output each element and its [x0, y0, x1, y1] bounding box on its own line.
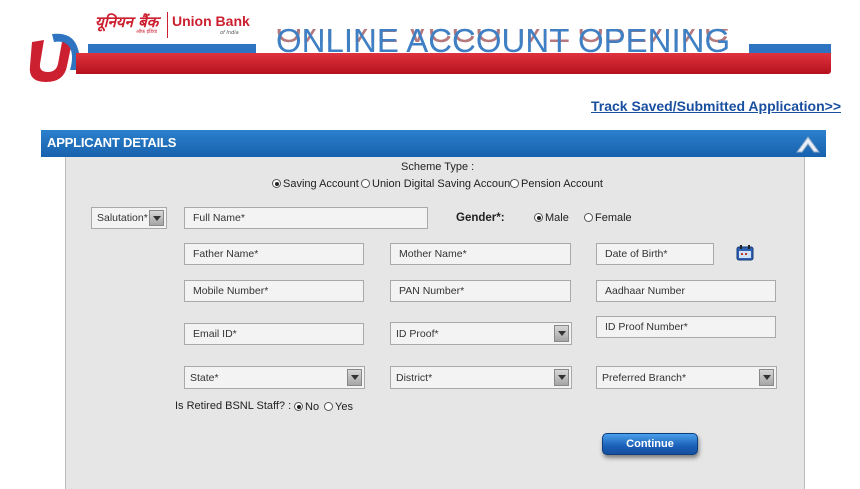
chevron-down-icon	[149, 210, 164, 226]
chevron-down-icon	[554, 369, 569, 386]
preferred-branch-select[interactable]: Preferred Branch*	[596, 366, 777, 389]
state-select[interactable]: State*	[184, 366, 365, 389]
chevron-down-icon	[347, 369, 362, 386]
radio-icon[interactable]	[272, 179, 281, 188]
bsnl-staff-label: Is Retired BSNL Staff? :	[175, 400, 292, 412]
scheme-pension-account[interactable]: Pension Account	[510, 178, 603, 190]
chevron-up-icon[interactable]	[794, 131, 822, 156]
full-name-input[interactable]: Full Name*	[184, 207, 428, 229]
logo-hindi-subtext: ऑफ़ इंडिया	[136, 29, 158, 35]
logo-english-text: Union Bank	[172, 13, 250, 29]
logo-english-subtext: of India	[220, 30, 239, 36]
bsnl-no[interactable]: No	[294, 401, 319, 413]
panel-title: APPLICANT DETAILS	[47, 135, 177, 150]
id-proof-number-input[interactable]: ID Proof Number*	[596, 316, 776, 338]
radio-icon[interactable]	[534, 213, 543, 222]
banner-blue-stripe-left	[88, 44, 256, 53]
gender-label: Gender*:	[456, 212, 505, 224]
track-application-link[interactable]: Track Saved/Submitted Application>>	[591, 98, 841, 114]
id-proof-select[interactable]: ID Proof*	[390, 322, 572, 345]
scheme-saving-account[interactable]: Saving Account	[272, 178, 359, 190]
radio-icon[interactable]	[361, 179, 370, 188]
gender-female[interactable]: Female	[584, 212, 632, 224]
gender-male[interactable]: Male	[534, 212, 569, 224]
logo-divider	[167, 12, 168, 38]
radio-icon[interactable]	[294, 402, 303, 411]
salutation-select[interactable]: Salutation*	[91, 207, 167, 229]
banner-blue-stripe-right	[749, 44, 831, 53]
email-input[interactable]: Email ID*	[184, 323, 364, 345]
father-name-input[interactable]: Father Name*	[184, 243, 364, 265]
continue-button[interactable]: Continue	[602, 433, 698, 455]
scheme-union-digital[interactable]: Union Digital Saving Account	[361, 178, 513, 190]
chevron-down-icon	[554, 325, 569, 342]
aadhaar-number-input[interactable]: Aadhaar Number	[596, 280, 776, 302]
chevron-down-icon	[759, 369, 774, 386]
scheme-type-label: Scheme Type :	[401, 161, 475, 173]
mobile-number-input[interactable]: Mobile Number*	[184, 280, 364, 302]
date-of-birth-input[interactable]: Date of Birth*	[596, 243, 714, 265]
district-select[interactable]: District*	[390, 366, 572, 389]
radio-icon[interactable]	[584, 213, 593, 222]
pan-number-input[interactable]: PAN Number*	[390, 280, 571, 302]
radio-icon[interactable]	[510, 179, 519, 188]
bsnl-yes[interactable]: Yes	[324, 401, 353, 413]
banner-title: ONLINE ACCOUNT OPENING	[276, 22, 731, 59]
radio-icon[interactable]	[324, 402, 333, 411]
calendar-icon[interactable]	[736, 245, 754, 261]
mother-name-input[interactable]: Mother Name*	[390, 243, 571, 265]
